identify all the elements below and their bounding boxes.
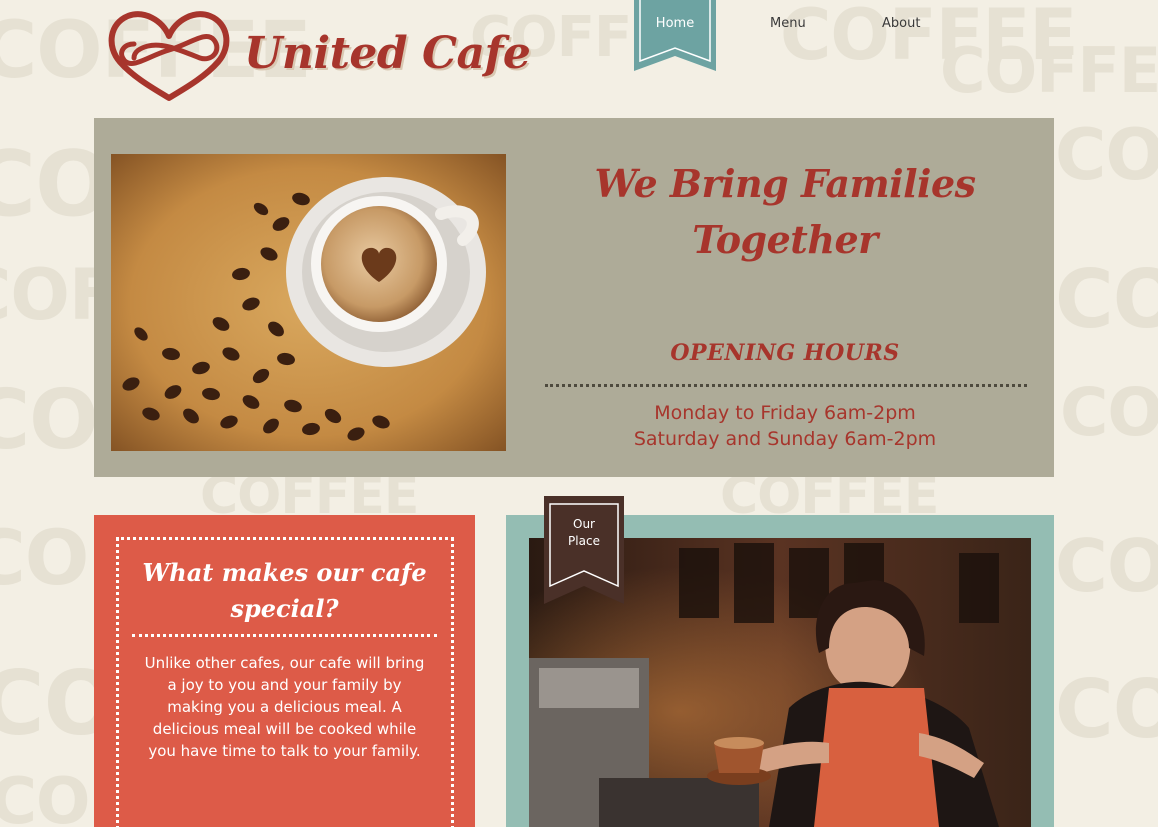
special-description: Unlike other cafes, our cafe will bring …: [144, 654, 425, 760]
hours-weekend: Saturday and Sunday 6am-2pm: [633, 428, 937, 450]
hero-photo: [111, 154, 506, 451]
hours-divider: [545, 384, 1027, 387]
special-section: What makes our cafe special? Unlike othe…: [94, 515, 475, 827]
infinity-heart-icon: [108, 11, 230, 101]
hours-weekday: Monday to Friday 6am-2pm: [654, 402, 916, 424]
ribbon-line-1: Our: [573, 517, 595, 531]
nav-ribbon-icon: [634, 0, 716, 71]
ribbon-line-2: Place: [568, 534, 600, 548]
ribbon-label: Our Place: [544, 516, 624, 550]
nav-menu[interactable]: Menu: [770, 16, 806, 31]
nav-home-label: Home: [655, 16, 695, 31]
hero-title-line-1: We Bring Families: [594, 161, 976, 206]
hero-section: We Bring Families Together OPENING HOURS…: [94, 118, 1054, 477]
special-title-line-2: special?: [230, 594, 339, 623]
special-title: What makes our cafe special?: [132, 555, 437, 627]
nav-about[interactable]: About: [882, 16, 920, 31]
special-title-line-1: What makes our cafe: [142, 558, 427, 587]
our-place-section: Our Place: [506, 496, 1054, 827]
bg-word: COFFEE: [1055, 524, 1158, 608]
nav-home[interactable]: Home: [634, 0, 716, 72]
opening-hours-list: Monday to Friday 6am-2pm Saturday and Su…: [544, 400, 1026, 452]
bg-word: COFFEE: [1055, 253, 1158, 346]
opening-hours-title: OPENING HOURS: [670, 340, 900, 366]
site-logo[interactable]: United Cafe: [104, 6, 531, 102]
bg-word: COFFEE: [940, 34, 1158, 107]
special-divider: [132, 634, 437, 637]
coffee-cup-image: [111, 154, 506, 451]
bg-word: COFFEE: [1055, 663, 1158, 756]
bg-word: COFFEE: [1055, 114, 1158, 196]
hero-title-line-2: Together: [692, 217, 878, 262]
ribbon-bookmark-icon: [544, 496, 624, 604]
bg-word: COFFEE: [1060, 374, 1158, 451]
hero-title: We Bring Families Together: [544, 156, 1026, 268]
our-place-ribbon: Our Place: [544, 496, 624, 604]
brand-name: United Cafe: [244, 28, 531, 79]
